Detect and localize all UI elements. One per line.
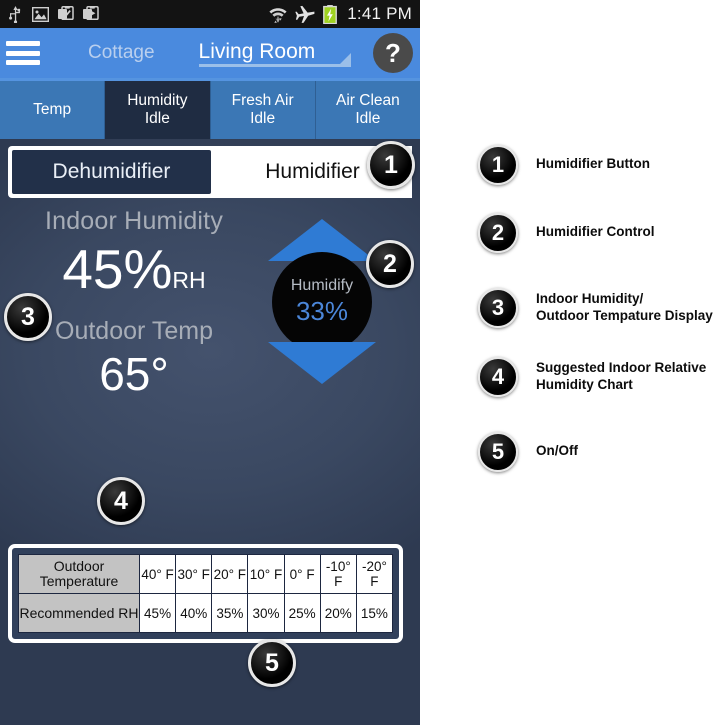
action-bar: Cottage Living Room ? xyxy=(0,28,420,78)
cell-rh-6: 15% xyxy=(355,593,394,633)
cell-temp-2: 20° F xyxy=(211,554,249,594)
tab-air-clean[interactable]: Air Clean Idle xyxy=(315,81,420,139)
indoor-humidity-label: Indoor Humidity xyxy=(44,207,224,235)
legend-badge-1: 1 xyxy=(478,145,518,185)
chevron-down-icon xyxy=(339,52,351,64)
humidify-setpoint-dial[interactable]: Humidify 33% xyxy=(272,251,372,352)
cell-rh-0: 45% xyxy=(138,593,177,633)
room-selector-value: Living Room xyxy=(198,39,316,63)
hamburger-menu-icon[interactable] xyxy=(6,41,40,65)
tab-strip: Temp Humidity Idle Fresh Air Idle Air Cl… xyxy=(0,78,420,139)
battery-charging-icon xyxy=(323,4,338,24)
cell-rh-2: 35% xyxy=(211,593,249,633)
cell-rh-4: 25% xyxy=(283,593,321,633)
legend-badge-2: 2 xyxy=(478,213,518,253)
rh-table: Outdoor Temperature 40° F 30° F 20° F 10… xyxy=(18,554,394,633)
clipboard-play-icon xyxy=(83,6,99,22)
legend-label-3: Indoor Humidity/ Outdoor Tempature Displ… xyxy=(536,291,713,323)
cell-temp-3: 10° F xyxy=(247,554,285,594)
screenshot-root: 1:41 PM Cottage Living Room ? Temp Humid xyxy=(0,0,725,725)
cell-rh-1: 40% xyxy=(175,593,213,633)
legend-item-4: 4 Suggested Indoor Relative Humidity Cha… xyxy=(478,357,706,397)
cell-temp-4: 0° F xyxy=(283,554,321,594)
humidifier-control: Humidify 33% xyxy=(268,219,376,384)
clipboard-check-icon xyxy=(58,6,74,22)
legend-badge-4: 4 xyxy=(478,357,518,397)
legend-label-2: Humidifier Control xyxy=(536,224,655,239)
wifi-icon xyxy=(269,6,287,23)
status-bar-left-icons xyxy=(8,5,99,23)
tab-temp-label: Temp xyxy=(33,101,72,118)
cell-rh-3: 30% xyxy=(247,593,285,633)
legend-item-1: 1 Humidifier Button xyxy=(478,145,650,185)
callout-badge-3: 3 xyxy=(4,293,52,341)
room-selector-underline xyxy=(198,63,351,67)
help-button[interactable]: ? xyxy=(373,33,413,73)
cell-temp-5: -10° F xyxy=(319,554,357,594)
home-label[interactable]: Cottage xyxy=(88,42,155,64)
legend-badge-3: 3 xyxy=(478,288,518,328)
humidify-label: Humidify xyxy=(290,276,354,294)
tab-humidity[interactable]: Humidity Idle xyxy=(105,81,211,139)
outdoor-temp-value: 65° xyxy=(99,348,169,400)
usb-icon xyxy=(8,5,23,23)
tab-humidity-status: Idle xyxy=(144,110,170,127)
legend-label-1: Humidifier Button xyxy=(536,156,650,171)
callout-badge-2: 2 xyxy=(366,240,414,288)
cell-temp-0: 40° F xyxy=(138,554,177,594)
callout-legend: 1 Humidifier Button 2 Humidifier Control… xyxy=(420,0,725,725)
tab-air-clean-label: Air Clean xyxy=(336,92,400,109)
legend-label-4: Suggested Indoor Relative Humidity Chart xyxy=(536,360,707,392)
indoor-humidity-value: 45% xyxy=(62,238,173,300)
mode-toggle-group: Dehumidifier Humidifier xyxy=(8,146,412,198)
indoor-humidity-unit: RH xyxy=(172,267,206,293)
tab-humidity-label: Humidity xyxy=(127,92,188,109)
triangle-down-icon[interactable] xyxy=(268,342,376,384)
row-header-outdoor-temperature: Outdoor Temperature xyxy=(18,554,140,594)
cell-rh-5: 20% xyxy=(319,593,357,633)
phone-screen: 1:41 PM Cottage Living Room ? Temp Humid xyxy=(0,0,420,725)
callout-badge-1: 1 xyxy=(367,141,415,189)
legend-item-2: 2 Humidifier Control xyxy=(478,213,655,253)
tab-fresh-air[interactable]: Fresh Air Idle xyxy=(210,81,316,139)
status-bar-clock: 1:41 PM xyxy=(347,4,412,23)
cell-temp-6: -20° F xyxy=(355,554,394,594)
suggested-rh-chart: Outdoor Temperature 40° F 30° F 20° F 10… xyxy=(8,544,403,643)
tab-fresh-air-status: Idle xyxy=(250,110,276,127)
humidify-setpoint-value: 33% xyxy=(295,295,349,326)
tab-air-clean-status: Idle xyxy=(355,110,381,127)
status-bar: 1:41 PM xyxy=(0,0,420,28)
image-icon xyxy=(32,6,49,22)
legend-label-5: On/Off xyxy=(536,443,578,458)
status-bar-right-icons: 1:41 PM xyxy=(269,4,412,24)
legend-item-3: 3 Indoor Humidity/ Outdoor Tempature Dis… xyxy=(478,288,713,328)
humidity-panel: Dehumidifier Humidifier Indoor Humidity … xyxy=(0,139,420,725)
legend-item-5: 5 On/Off xyxy=(478,432,578,472)
tab-temp[interactable]: Temp xyxy=(0,81,106,139)
callout-badge-5: 5 xyxy=(248,639,296,687)
table-row: Outdoor Temperature 40° F 30° F 20° F 10… xyxy=(18,554,394,594)
tab-fresh-air-label: Fresh Air xyxy=(231,92,294,109)
row-header-recommended-rh: Recommended RH xyxy=(18,593,140,633)
table-row: Recommended RH 45% 40% 35% 30% 25% 20% 1… xyxy=(18,593,394,633)
airplane-mode-icon xyxy=(295,5,315,23)
callout-badge-4: 4 xyxy=(97,477,145,525)
legend-badge-5: 5 xyxy=(478,432,518,472)
dehumidifier-button[interactable]: Dehumidifier xyxy=(10,148,213,196)
cell-temp-1: 30° F xyxy=(175,554,213,594)
room-selector-dropdown[interactable]: Living Room xyxy=(198,39,351,67)
